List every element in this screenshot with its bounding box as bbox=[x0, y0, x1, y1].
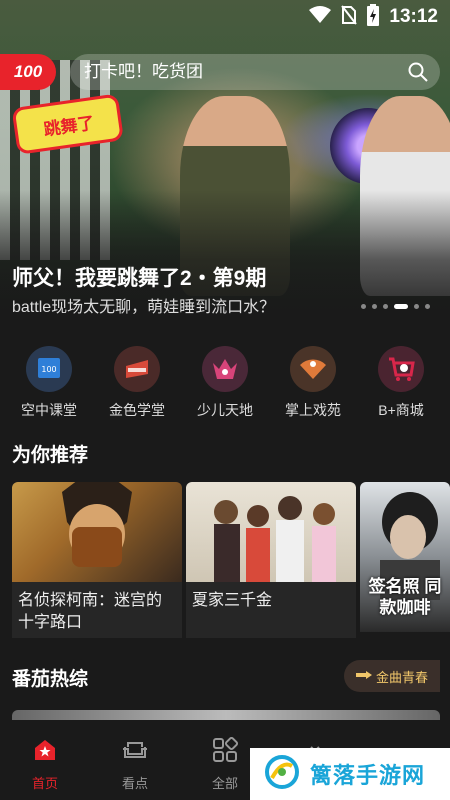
site-watermark: 篱落手游网 bbox=[250, 748, 450, 800]
carousel-dot[interactable] bbox=[414, 304, 419, 309]
recommend-card[interactable]: 名侦探柯南：迷宫的十字路口 bbox=[12, 482, 182, 642]
category-label: 金色学堂 bbox=[109, 402, 165, 418]
category-row: 100 空中课堂 金色学堂 少儿天地 掌上戏苑 B+商城 bbox=[0, 346, 450, 420]
no-sim-icon bbox=[341, 4, 358, 30]
golden-school-icon bbox=[114, 346, 160, 392]
category-kids[interactable]: 少儿天地 bbox=[186, 346, 264, 420]
hero-title[interactable]: 师父！我要跳舞了2・第9期 bbox=[12, 262, 266, 292]
carousel-indicator bbox=[361, 304, 430, 309]
nav-label: 看点 bbox=[121, 775, 148, 791]
shopping-cart-icon bbox=[378, 346, 424, 392]
category-label: B+商城 bbox=[378, 402, 424, 418]
opera-fan-icon bbox=[290, 346, 336, 392]
watermark-logo-icon bbox=[264, 754, 300, 795]
card-overlay-text: 签名照 同款咖啡 bbox=[368, 577, 442, 617]
card-title: 夏家三千金 bbox=[186, 582, 356, 638]
variety-card-peek[interactable] bbox=[12, 710, 440, 720]
category-label: 少儿天地 bbox=[197, 402, 253, 418]
grid-icon bbox=[212, 736, 239, 768]
search-icon[interactable] bbox=[408, 62, 428, 87]
card-thumbnail bbox=[186, 482, 356, 582]
search-bar[interactable] bbox=[70, 54, 440, 90]
wifi-icon bbox=[309, 5, 332, 29]
pointing-hand-icon bbox=[355, 669, 372, 684]
category-label: 空中课堂 bbox=[21, 402, 77, 418]
hero-subtitle: battle现场太无聊，萌娃睡到流口水？ bbox=[12, 299, 276, 316]
watermark-text: 篱落手游网 bbox=[310, 763, 426, 788]
category-mall[interactable]: B+商城 bbox=[362, 346, 440, 420]
category-classroom[interactable]: 100 空中课堂 bbox=[10, 346, 88, 420]
app-logo-100[interactable]: 100 bbox=[0, 54, 56, 90]
home-icon bbox=[32, 737, 58, 768]
section-title-recommend: 为你推荐 bbox=[12, 445, 89, 466]
recommend-card[interactable]: 签名照 同款咖啡 bbox=[360, 482, 450, 642]
variety-tag-label: 金曲青春 bbox=[375, 669, 428, 685]
card-title: 名侦探柯南：迷宫的十字路口 bbox=[12, 582, 182, 638]
nav-home[interactable]: 首页 bbox=[0, 728, 90, 800]
carousel-dot[interactable] bbox=[372, 304, 377, 309]
nav-label: 全部 bbox=[211, 775, 238, 791]
nav-label: 首页 bbox=[31, 775, 58, 791]
recommend-card[interactable]: 夏家三千金 bbox=[186, 482, 356, 642]
sofa-icon bbox=[121, 737, 149, 768]
section-title-variety: 番茄热综 bbox=[12, 669, 89, 690]
variety-tag[interactable]: 金曲青春 bbox=[344, 660, 440, 692]
carousel-dot[interactable] bbox=[425, 304, 430, 309]
search-input[interactable] bbox=[84, 62, 384, 82]
card-thumbnail bbox=[12, 482, 182, 582]
status-time: 13:12 bbox=[389, 6, 438, 27]
nav-highlights[interactable]: 看点 bbox=[90, 728, 180, 800]
kids-icon bbox=[202, 346, 248, 392]
category-golden-school[interactable]: 金色学堂 bbox=[98, 346, 176, 420]
carousel-dot[interactable] bbox=[361, 304, 366, 309]
svg-text:100: 100 bbox=[41, 365, 56, 374]
carousel-dot-active[interactable] bbox=[394, 304, 408, 309]
category-opera[interactable]: 掌上戏苑 bbox=[274, 346, 352, 420]
category-label: 掌上戏苑 bbox=[285, 402, 341, 418]
card-thumbnail: 签名照 同款咖啡 bbox=[360, 482, 450, 632]
classroom-icon: 100 bbox=[26, 346, 72, 392]
search-row: 100 bbox=[0, 54, 450, 90]
status-bar: 13:12 bbox=[0, 0, 450, 34]
battery-charging-icon bbox=[367, 3, 380, 31]
carousel-dot[interactable] bbox=[383, 304, 388, 309]
recommend-list: 名侦探柯南：迷宫的十字路口 夏家三千金 签名照 同款咖啡 bbox=[12, 482, 450, 642]
